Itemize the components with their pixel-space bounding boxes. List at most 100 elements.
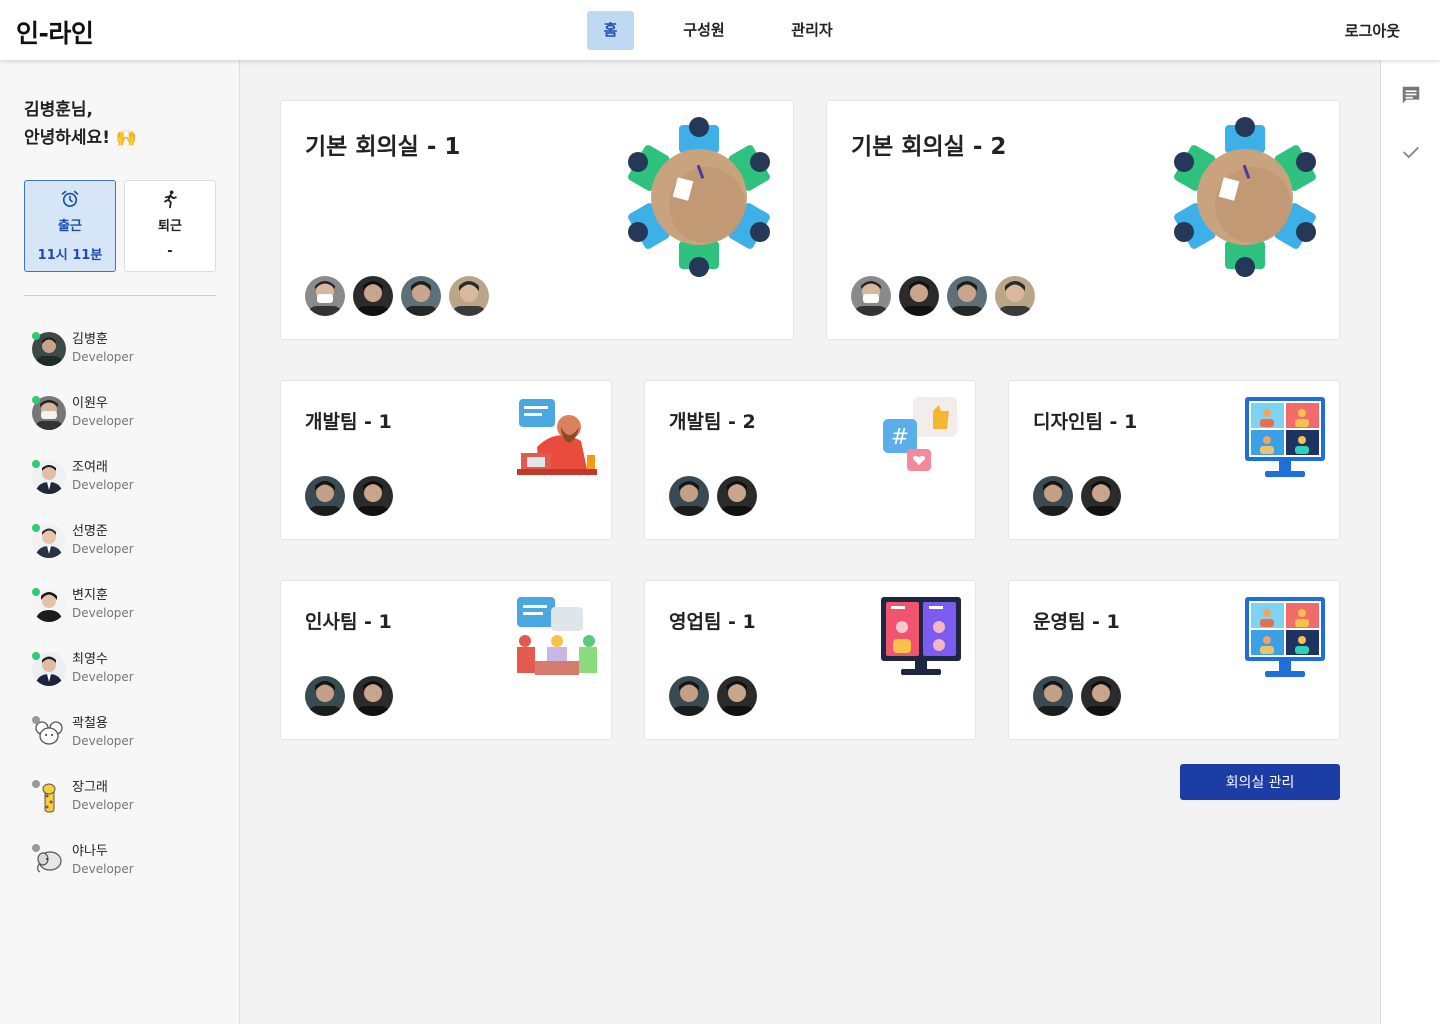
- member-name: 곽철용: [72, 716, 108, 731]
- alarm-clock-icon: [61, 190, 79, 207]
- participant-avatars: [305, 276, 489, 316]
- thinking-person-icon: [517, 399, 597, 475]
- right-toolbar: [1380, 60, 1440, 1024]
- offline-status-dot: [32, 780, 40, 788]
- online-status-dot: [32, 396, 40, 404]
- logout-link[interactable]: 로그아웃: [1345, 20, 1400, 41]
- avatar: [669, 676, 709, 716]
- avatar: [401, 276, 441, 316]
- avatar: [899, 276, 939, 316]
- room-title: 기본 회의실 - 1: [305, 134, 461, 160]
- app-logo[interactable]: 인-라인: [16, 14, 94, 50]
- tab-admin[interactable]: 관리자: [780, 11, 844, 50]
- greeting-message: 안녕하세요! 🙌: [24, 128, 138, 148]
- member-item[interactable]: 조여래 Developer: [32, 456, 212, 504]
- member-role: Developer: [72, 350, 134, 364]
- participant-avatars: [669, 676, 757, 716]
- member-item[interactable]: 야나두 Developer: [32, 840, 212, 888]
- avatar: [449, 276, 489, 316]
- avatar: [305, 676, 345, 716]
- avatar: [305, 276, 345, 316]
- member-role: Developer: [72, 606, 134, 620]
- member-name: 선명준: [72, 524, 108, 539]
- participant-avatars: [669, 476, 757, 516]
- online-status-dot: [32, 652, 40, 660]
- member-name: 야나두: [72, 844, 108, 859]
- member-role: Developer: [72, 670, 134, 684]
- member-role: Developer: [72, 542, 134, 556]
- avatar: [1033, 676, 1073, 716]
- member-role: Developer: [72, 478, 134, 492]
- avatar: [1081, 476, 1121, 516]
- check-icon[interactable]: [1400, 141, 1422, 163]
- video-call-monitor-icon: [1245, 397, 1325, 477]
- avatar: [947, 276, 987, 316]
- member-name: 이원우: [72, 396, 108, 411]
- member-item[interactable]: 선명준 Developer: [32, 520, 212, 568]
- room-card[interactable]: 개발팀 - 1: [280, 380, 612, 540]
- video-call-monitor-icon: [1245, 597, 1325, 677]
- manage-rooms-button[interactable]: 회의실 관리: [1180, 764, 1340, 800]
- social-chat-icon: #: [883, 397, 957, 471]
- clock-in-time: 11시 11분: [37, 248, 103, 263]
- avatar: [1033, 476, 1073, 516]
- participant-avatars: [1033, 676, 1121, 716]
- member-item[interactable]: 김병훈 Developer: [32, 328, 212, 376]
- running-person-icon: [164, 190, 177, 209]
- clock-out-label: 퇴근: [158, 219, 182, 234]
- top-header: 인-라인 홈 구성원 관리자 로그아웃: [0, 0, 1440, 60]
- online-status-dot: [32, 524, 40, 532]
- left-sidebar: 김병훈님, 안녕하세요! 🙌 출근 11시 11분 퇴근 - 김병훈 Devel…: [0, 60, 240, 1024]
- member-item[interactable]: 장그래 Developer: [32, 776, 212, 824]
- member-name: 김병훈: [72, 332, 108, 347]
- room-card[interactable]: 영업팀 - 1: [644, 580, 976, 740]
- member-role: Developer: [72, 734, 134, 748]
- member-name: 조여래: [72, 460, 108, 475]
- clock-in-button[interactable]: 출근 11시 11분: [24, 180, 116, 272]
- room-card[interactable]: 기본 회의실 - 2: [826, 100, 1340, 340]
- room-card[interactable]: 운영팀 - 1: [1008, 580, 1340, 740]
- room-title: 개발팀 - 1: [305, 411, 392, 433]
- avatar: [1081, 676, 1121, 716]
- video-call-monitor-dark-icon: [881, 597, 961, 675]
- room-title: 디자인팀 - 1: [1033, 411, 1138, 433]
- participant-avatars: [1033, 476, 1121, 516]
- room-card[interactable]: 디자인팀 - 1: [1008, 380, 1340, 540]
- tab-members[interactable]: 구성원: [672, 11, 736, 50]
- member-item[interactable]: 곽철용 Developer: [32, 712, 212, 760]
- svg-text:#: #: [891, 425, 909, 450]
- member-item[interactable]: 변지훈 Developer: [32, 584, 212, 632]
- participant-avatars: [305, 676, 393, 716]
- member-role: Developer: [72, 862, 134, 876]
- avatar: [717, 476, 757, 516]
- avatar: [305, 476, 345, 516]
- participant-avatars: [305, 476, 393, 516]
- member-name: 변지훈: [72, 588, 108, 603]
- member-item[interactable]: 이원우 Developer: [32, 392, 212, 440]
- clock-out-time: -: [167, 244, 173, 259]
- round-table-icon: [1174, 117, 1316, 277]
- room-title: 기본 회의실 - 2: [851, 134, 1007, 160]
- avatar: [353, 676, 393, 716]
- chat-icon[interactable]: [1400, 84, 1422, 106]
- tab-home[interactable]: 홈: [587, 11, 634, 50]
- sidebar-divider: [24, 295, 216, 296]
- member-role: Developer: [72, 414, 134, 428]
- avatar: [851, 276, 891, 316]
- room-card[interactable]: 기본 회의실 - 1: [280, 100, 794, 340]
- room-card[interactable]: 개발팀 - 2 #: [644, 380, 976, 540]
- room-title: 영업팀 - 1: [669, 611, 756, 633]
- online-status-dot: [32, 460, 40, 468]
- room-title: 운영팀 - 1: [1033, 611, 1120, 633]
- member-item[interactable]: 최영수 Developer: [32, 648, 212, 696]
- room-title: 인사팀 - 1: [305, 611, 392, 633]
- member-name: 최영수: [72, 652, 108, 667]
- room-title: 개발팀 - 2: [669, 411, 756, 433]
- offline-status-dot: [32, 716, 40, 724]
- avatar: [717, 676, 757, 716]
- round-table-icon: [628, 117, 770, 277]
- meeting-group-icon: [517, 597, 597, 675]
- room-card[interactable]: 인사팀 - 1: [280, 580, 612, 740]
- clock-out-button[interactable]: 퇴근 -: [124, 180, 216, 272]
- avatar: [995, 276, 1035, 316]
